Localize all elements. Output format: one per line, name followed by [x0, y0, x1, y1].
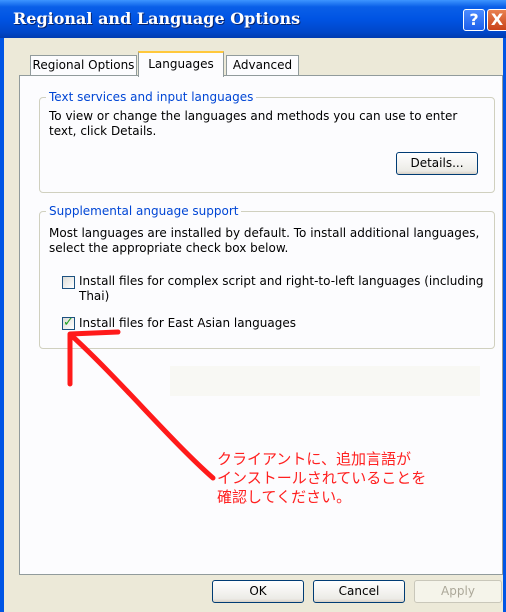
tab-advanced[interactable]: Advanced: [226, 55, 299, 75]
ok-button[interactable]: OK: [212, 580, 304, 603]
annotation-line3: 確認してください。: [217, 488, 352, 506]
tab-languages[interactable]: Languages: [138, 51, 224, 77]
supplemental-language-group: Supplemental anguage support Most langua…: [39, 204, 495, 349]
help-icon[interactable]: ?: [463, 9, 485, 31]
title-bar: Regional and Language Options ? X: [0, 0, 506, 38]
cancel-button[interactable]: Cancel: [313, 580, 405, 603]
east-asian-checkbox[interactable]: [62, 315, 75, 330]
text-services-legend: Text services and input languages: [46, 90, 257, 104]
tab-regional-options[interactable]: Regional Options: [30, 55, 137, 75]
highlight-area: [170, 366, 480, 396]
window-title: Regional and Language Options: [13, 9, 301, 28]
supplemental-description-line1: Most languages are installed by default.…: [49, 226, 480, 240]
apply-button[interactable]: Apply: [414, 580, 502, 603]
text-services-description-line2: text, click Details.: [49, 124, 157, 138]
window-border-left: [0, 38, 4, 612]
text-services-group: Text services and input languages To vie…: [39, 90, 495, 193]
supplemental-description-line2: select the appropriate check box below.: [49, 241, 289, 255]
close-icon[interactable]: X: [487, 9, 506, 31]
annotation-line2: インストールされていることを: [217, 469, 427, 487]
complex-script-checkbox[interactable]: [62, 276, 75, 289]
text-services-description-line1: To view or change the languages and meth…: [49, 109, 458, 123]
annotation-text: クライアントに、追加言語が インストールされていることを 確認してください。: [217, 450, 426, 507]
complex-script-label-line2: Thai): [79, 289, 110, 303]
details-button[interactable]: Details...: [396, 152, 478, 175]
complex-script-label-line1: Install files for complex script and rig…: [79, 274, 484, 288]
annotation-line1: クライアントに、追加言語が: [217, 450, 411, 468]
supplemental-legend: Supplemental anguage support: [46, 204, 242, 218]
east-asian-label: Install files for East Asian languages: [79, 316, 296, 330]
